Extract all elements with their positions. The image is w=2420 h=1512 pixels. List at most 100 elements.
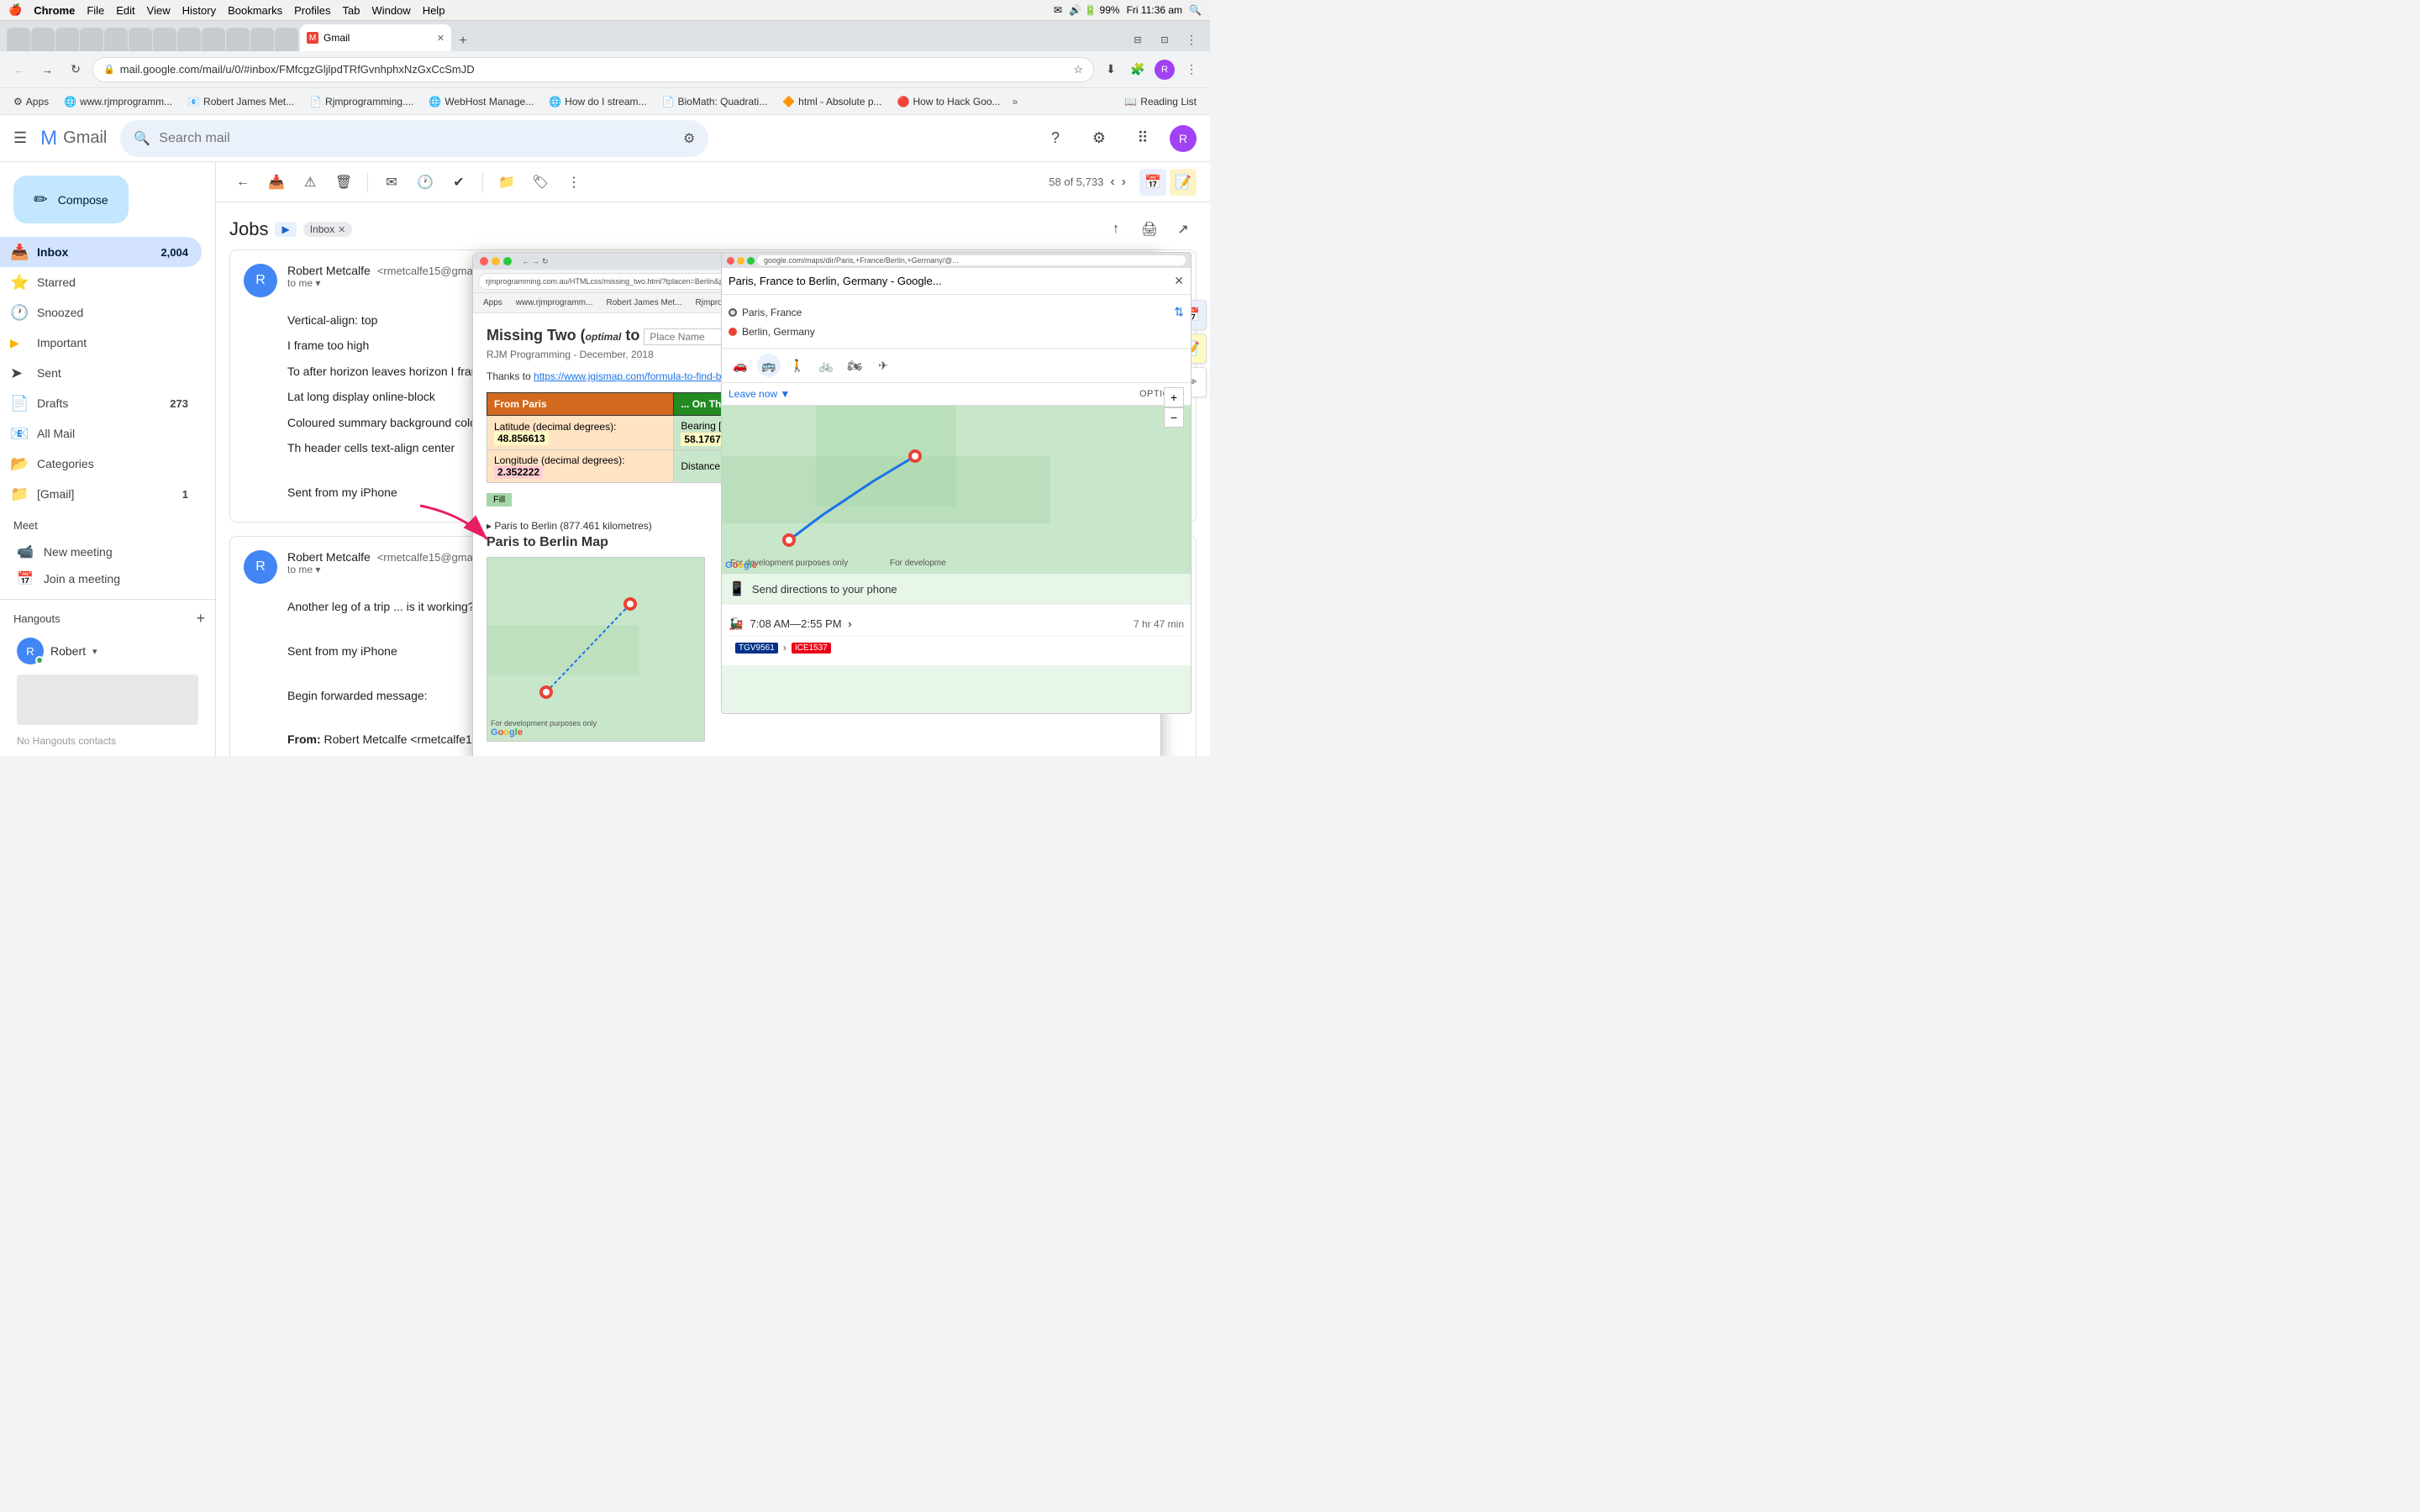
hangouts-add-button[interactable]: +: [196, 610, 205, 627]
open-new-window-btn[interactable]: ↗: [1170, 216, 1197, 243]
sidebar-item-categories[interactable]: 📂 Categories: [0, 449, 202, 479]
sidebar-item-snoozed[interactable]: 🕐 Snoozed: [0, 297, 202, 328]
minimize-thread-btn[interactable]: ↑: [1102, 216, 1129, 243]
search-filter-icon[interactable]: ⚙: [683, 130, 695, 147]
bookmark-robert-james[interactable]: 📧 Robert James Met...: [181, 93, 301, 110]
bookmarks-more[interactable]: »: [1009, 93, 1022, 110]
archive-button[interactable]: 📥: [263, 169, 290, 196]
transport-moto[interactable]: 🏍: [843, 354, 866, 377]
sidebar-item-sent[interactable]: ➤ Sent: [0, 358, 202, 388]
file-menu[interactable]: File: [87, 4, 104, 17]
gmail-search-bar[interactable]: 🔍 ⚙: [120, 120, 708, 157]
transport-walk[interactable]: 🚶: [786, 354, 809, 377]
maps-close-btn[interactable]: ✕: [1174, 274, 1184, 288]
compose-button[interactable]: ✏ Compose: [13, 176, 129, 223]
sidebar-item-drafts[interactable]: 📄 Drafts 273: [0, 388, 202, 418]
maps-max-dot[interactable]: [747, 257, 755, 265]
transport-plane[interactable]: ✈: [871, 354, 895, 377]
address-bar[interactable]: 🔒 mail.google.com/mail/u/0/#inbox/FMfcgz…: [92, 57, 1094, 82]
tab-close-btn[interactable]: ✕: [437, 33, 445, 44]
settings-button[interactable]: ⚙: [1082, 122, 1116, 155]
reading-list-btn[interactable]: 📖 Reading List: [1118, 93, 1203, 110]
next-email-button[interactable]: ›: [1122, 175, 1126, 190]
bookmarks-menu[interactable]: Bookmarks: [228, 4, 282, 17]
chrome-menu-btn[interactable]: ⋮: [1180, 58, 1203, 81]
emb-bm-robert[interactable]: Robert James Met...: [601, 297, 687, 309]
download-icon[interactable]: ⬇: [1099, 58, 1123, 81]
spam-button[interactable]: ⚠: [297, 169, 324, 196]
back-to-list-button[interactable]: ←: [229, 169, 256, 196]
chrome-menu[interactable]: Chrome: [34, 4, 75, 17]
emb-bm-apps[interactable]: Apps: [478, 297, 508, 309]
chrome-minimize[interactable]: ⊟: [1126, 28, 1150, 51]
transport-car[interactable]: 🚗: [729, 354, 752, 377]
bookmark-rjm[interactable]: 🌐 www.rjmprogramm...: [57, 93, 179, 110]
route-swap-btn[interactable]: ⇅: [1174, 305, 1184, 319]
help-menu[interactable]: Help: [423, 4, 445, 17]
tab-menu[interactable]: Tab: [342, 4, 360, 17]
new-tab-button[interactable]: +: [453, 31, 473, 51]
bookmark-how-hack[interactable]: 🔴 How to Hack Goo...: [891, 93, 1007, 110]
place-name-input[interactable]: [644, 328, 728, 345]
extensions-icon[interactable]: 🧩: [1126, 58, 1150, 81]
forward-button[interactable]: →: [35, 58, 59, 81]
bookmark-apps[interactable]: ⚙ Apps: [7, 93, 55, 110]
chrome-maximize[interactable]: ⊡: [1153, 28, 1176, 51]
chrome-more[interactable]: ⋮: [1180, 28, 1203, 51]
join-meeting-item[interactable]: 📅 Join a meeting: [10, 565, 192, 592]
view-menu[interactable]: View: [147, 4, 171, 17]
search-icon-mac[interactable]: 🔍: [1189, 4, 1202, 16]
label-button[interactable]: 🏷: [527, 169, 554, 196]
hamburger-menu[interactable]: ☰: [13, 129, 27, 147]
label-chip-close[interactable]: ✕: [338, 224, 345, 235]
transport-transit[interactable]: 🚌: [757, 354, 781, 377]
bookmark-rjmprog[interactable]: 📄 Rjmprogramming....: [302, 93, 420, 110]
hangout-user-robert[interactable]: R Robert ▾: [10, 634, 205, 668]
search-input[interactable]: [159, 131, 675, 146]
delete-button[interactable]: 🗑: [330, 169, 357, 196]
send-directions-btn[interactable]: 📱 Send directions to your phone: [722, 574, 1191, 605]
task-button[interactable]: ✔: [445, 169, 472, 196]
leave-now-btn[interactable]: Leave now ▼: [729, 388, 790, 400]
edit-menu[interactable]: Edit: [116, 4, 134, 17]
back-button[interactable]: ←: [7, 58, 30, 81]
bookmark-star[interactable]: ☆: [1073, 63, 1083, 76]
bookmark-biomath[interactable]: 📄 BioMath: Quadrati...: [655, 93, 775, 110]
apps-button[interactable]: ⠿: [1126, 122, 1160, 155]
sidebar-item-inbox[interactable]: 📥 Inbox 2,004: [0, 237, 202, 267]
active-tab[interactable]: M Gmail ✕: [300, 24, 451, 51]
bookmark-how-stream[interactable]: 🌐 How do I stream...: [542, 93, 653, 110]
emb-bm-rjm[interactable]: www.rjmprogramm...: [511, 297, 598, 309]
print-btn[interactable]: 🖨: [1136, 216, 1163, 243]
calendar-widget-btn[interactable]: 📅: [1139, 169, 1166, 196]
embedded-minimize-dot[interactable]: [492, 257, 500, 265]
sidebar-item-gmail[interactable]: 📁 [Gmail] 1: [0, 479, 202, 509]
search-icon[interactable]: 🔍: [134, 130, 150, 147]
profile-avatar-chrome[interactable]: R: [1153, 58, 1176, 81]
profiles-menu[interactable]: Profiles: [294, 4, 330, 17]
sidebar-item-important[interactable]: ▶ Important: [0, 328, 202, 358]
move-to-button[interactable]: 📁: [493, 169, 520, 196]
mark-unread-button[interactable]: ✉: [378, 169, 405, 196]
user-avatar[interactable]: R: [1170, 125, 1197, 152]
snooze-button[interactable]: 🕐: [412, 169, 439, 196]
reload-button[interactable]: ↻: [64, 58, 87, 81]
transport-bike[interactable]: 🚲: [814, 354, 838, 377]
sidebar-item-all-mail[interactable]: 📧 All Mail: [0, 418, 202, 449]
more-button[interactable]: ⋮: [560, 169, 587, 196]
embedded-close-dot[interactable]: [480, 257, 488, 265]
bookmark-html[interactable]: 🔶 html - Absolute p...: [776, 93, 888, 110]
inbox-label-chip[interactable]: Inbox ✕: [303, 222, 353, 237]
sidebar-item-starred[interactable]: ⭐ Starred: [0, 267, 202, 297]
embedded-maximize-dot[interactable]: [503, 257, 512, 265]
help-button[interactable]: ?: [1039, 122, 1072, 155]
apple-menu[interactable]: 🍎: [8, 3, 22, 17]
maps-close-dot[interactable]: [727, 257, 734, 265]
zoom-out-btn[interactable]: −: [1164, 407, 1184, 428]
subject-priority-tag[interactable]: ▶: [275, 222, 296, 237]
window-menu[interactable]: Window: [371, 4, 410, 17]
prev-email-button[interactable]: ‹: [1110, 175, 1114, 190]
history-menu[interactable]: History: [182, 4, 216, 17]
bookmark-webhost[interactable]: 🌐 WebHost Manage...: [422, 93, 540, 110]
note-widget-btn[interactable]: 📝: [1170, 169, 1197, 196]
